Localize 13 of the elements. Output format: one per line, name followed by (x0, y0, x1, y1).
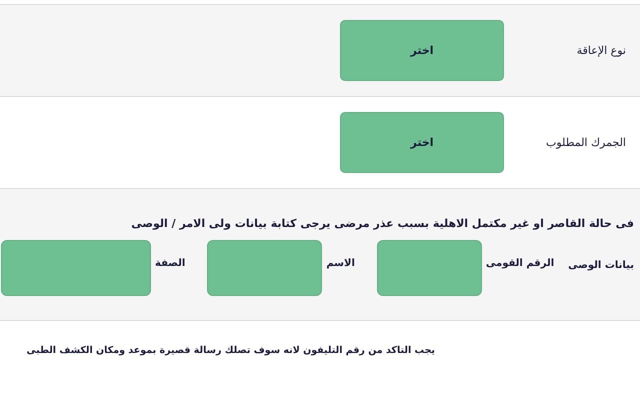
input-field[interactable] (1, 240, 152, 296)
field-label: نوع الإعاقة (576, 44, 627, 57)
input-field[interactable] (207, 240, 322, 296)
phone-note: يجب التاكد من رقم التليفون لانه سوف تصلك رسالة قصيرة بموعد ومكان الكشف الطبى (26, 345, 435, 356)
section-label: بيانات الوصى (568, 259, 634, 271)
input-field[interactable] (376, 240, 482, 296)
field-label: الجمرك المطلوب (545, 136, 627, 149)
field-label: الصفة (155, 257, 186, 269)
field-label: الاسم (326, 257, 355, 269)
guardian-note: فى حالة القاصر او غير مكتمل الاهلية بسبب عذر مرضى يرجى كتابة بيانات ولى الامر / الوصى (130, 217, 634, 230)
select-button[interactable]: اختر (340, 112, 504, 173)
field-label: الرقم القومى (486, 257, 554, 269)
select-button[interactable]: اختر (340, 20, 504, 81)
